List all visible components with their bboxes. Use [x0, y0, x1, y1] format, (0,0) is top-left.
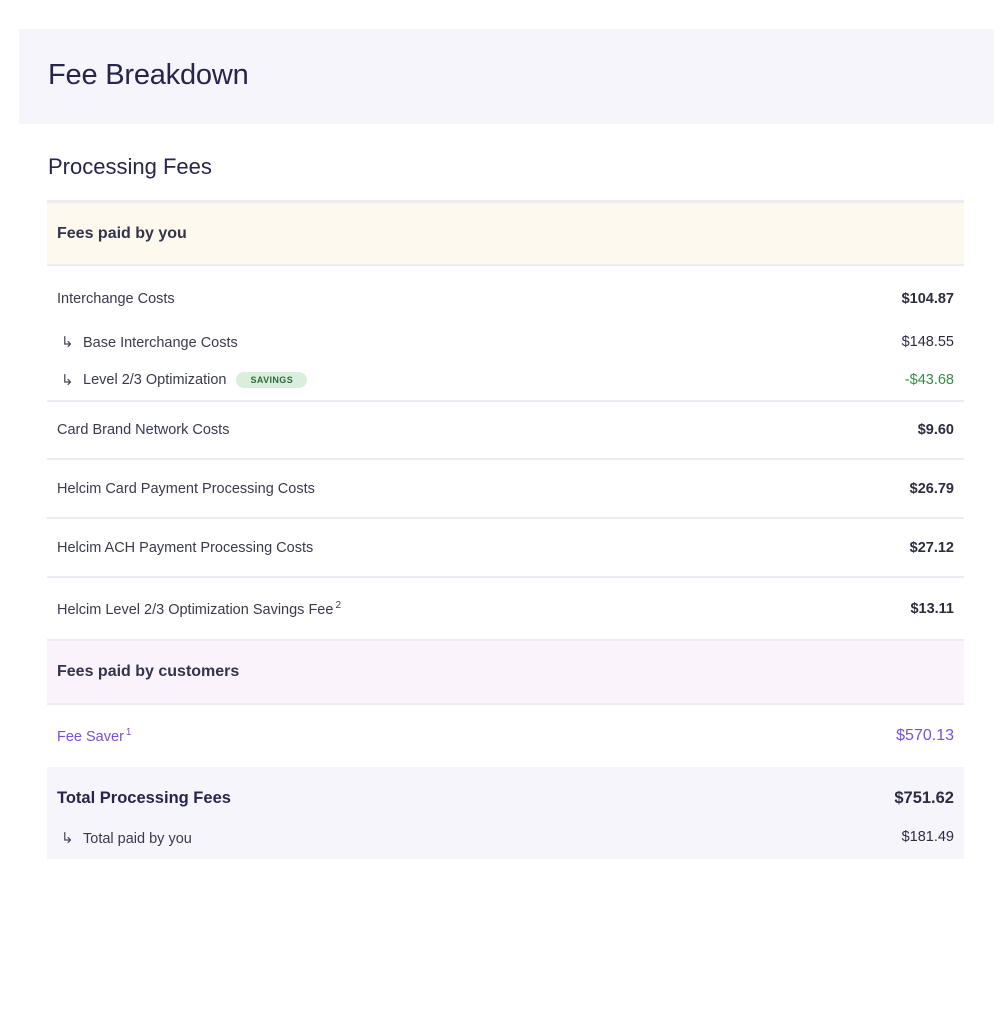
row-total-paid-by-you: ↳ Total paid by you $181.49: [47, 829, 964, 859]
row-label: Interchange Costs: [57, 291, 175, 307]
sub-row-arrow-icon: ↳: [61, 830, 74, 847]
page-header: Fee Breakdown: [19, 29, 994, 124]
savings-badge: SAVINGS: [236, 372, 308, 388]
total-amount: $751.62: [894, 788, 954, 807]
row-base-interchange-costs: ↳ Base Interchange Costs $148.55: [47, 324, 964, 360]
total-block: Total Processing Fees $751.62 ↳ Total pai…: [47, 767, 964, 859]
section-title: Processing Fees: [48, 154, 212, 179]
row-label: Total paid by you: [83, 831, 192, 847]
row-card-brand-network-costs: Card Brand Network Costs $9.60: [47, 402, 964, 460]
sub-row-arrow-icon: ↳: [61, 334, 74, 351]
sub-row-arrow-icon: ↳: [61, 372, 74, 389]
row-fee-saver: Fee Saver 1 $570.13: [47, 705, 964, 767]
row-amount: $27.12: [909, 539, 954, 556]
row-amount: $104.87: [901, 291, 954, 307]
row-helcim-ach-processing-costs: Helcim ACH Payment Processing Costs $27.…: [47, 519, 964, 578]
group-header-fees-paid-by-you: Fees paid by you: [47, 200, 964, 266]
row-amount-savings: -$43.68: [904, 372, 954, 388]
row-amount: $13.11: [910, 600, 954, 617]
row-label: Card Brand Network Costs: [57, 422, 230, 438]
row-level23-optimization: ↳ Level 2/3 Optimization SAVINGS -$43.68: [47, 360, 964, 402]
fee-saver-label[interactable]: Fee Saver: [57, 729, 124, 745]
page-title: Fee Breakdown: [48, 59, 249, 91]
row-label: Helcim Level 2/3 Optimization Savings Fe…: [57, 601, 334, 618]
row-amount: $181.49: [901, 829, 954, 845]
fee-table: Fees paid by you Interchange Costs $104.…: [47, 200, 964, 859]
group-label: Fees paid by customers: [57, 663, 240, 680]
group-header-fees-paid-by-customers: Fees paid by customers: [47, 641, 964, 705]
footnote-marker[interactable]: 2: [335, 600, 341, 611]
row-amount: $9.60: [917, 422, 954, 438]
row-total-processing-fees: Total Processing Fees $751.62: [47, 767, 964, 829]
row-helcim-card-processing-costs: Helcim Card Payment Processing Costs $26…: [47, 460, 964, 519]
total-label: Total Processing Fees: [57, 788, 231, 807]
row-interchange-costs: Interchange Costs $104.87: [47, 266, 964, 324]
row-label: Base Interchange Costs: [83, 335, 238, 351]
row-amount: $26.79: [909, 480, 954, 497]
row-amount: $148.55: [901, 334, 954, 350]
group-label: Fees paid by you: [57, 224, 187, 242]
row-helcim-level23-savings-fee: Helcim Level 2/3 Optimization Savings Fe…: [47, 578, 964, 641]
row-label: Helcim Card Payment Processing Costs: [57, 480, 315, 497]
row-label: Helcim ACH Payment Processing Costs: [57, 539, 314, 556]
fee-saver-amount: $570.13: [896, 727, 954, 744]
footnote-marker[interactable]: 1: [126, 727, 132, 738]
row-label: Level 2/3 Optimization: [83, 372, 227, 388]
